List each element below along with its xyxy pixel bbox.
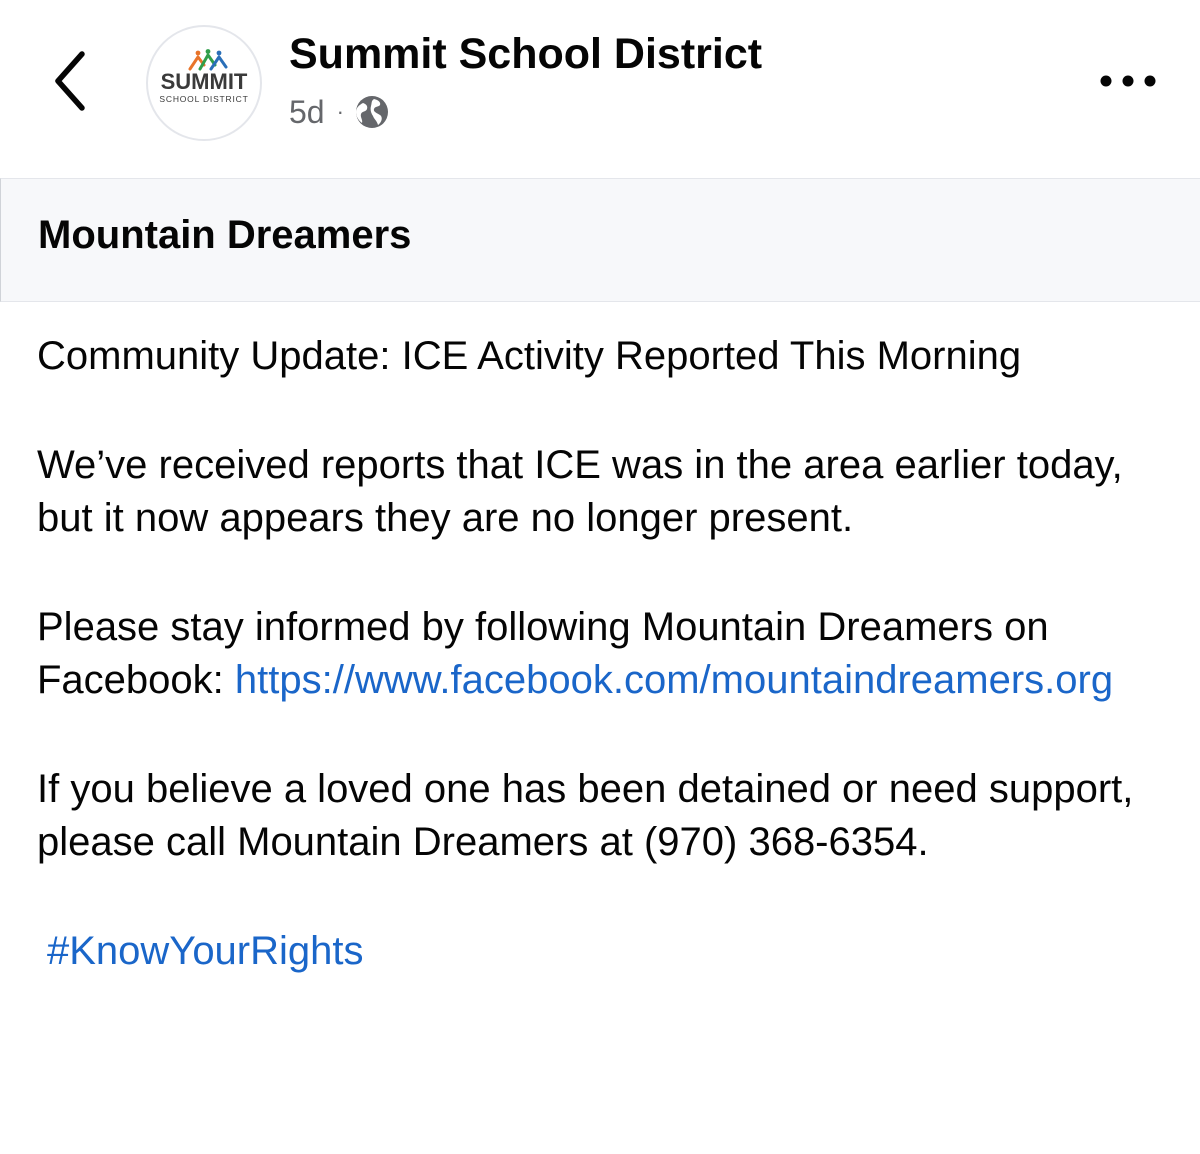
post-paragraph-2: Please stay informed by following Mounta… [37, 601, 1177, 708]
post-header: SUMMIT SCHOOL DISTRICT Summit School Dis… [0, 0, 1200, 178]
post-hashtag-line: #KnowYourRights [37, 925, 1177, 979]
avatar[interactable]: SUMMIT SCHOOL DISTRICT [146, 25, 262, 141]
more-horizontal-icon [1100, 75, 1156, 87]
post-timestamp[interactable]: 5d [289, 94, 325, 131]
avatar-brand-text: SUMMIT [160, 69, 248, 94]
post-title: Mountain Dreamers [38, 213, 412, 257]
hashtag-link[interactable]: #KnowYourRights [47, 925, 364, 979]
summit-logo-icon [188, 49, 228, 71]
avatar-subtitle-text: SCHOOL DISTRICT [159, 94, 249, 104]
meta-separator: · [336, 99, 344, 124]
post-title-banner: Mountain Dreamers [0, 178, 1200, 302]
post-paragraph-1: We’ve received reports that ICE was in t… [37, 442, 1123, 541]
chevron-left-icon [55, 51, 85, 111]
post-paragraph-3: If you believe a loved one has been deta… [37, 766, 1134, 865]
post-headline: Community Update: ICE Activity Reported … [37, 334, 1022, 378]
mountain-dreamers-link[interactable]: https://www.facebook.com/mountaindreamer… [235, 658, 1113, 702]
page-name[interactable]: Summit School District [289, 28, 762, 80]
post-body: Community Update: ICE Activity Reported … [37, 330, 1177, 1033]
globe-icon[interactable] [354, 94, 390, 130]
post-meta: 5d · [289, 90, 390, 134]
back-button[interactable] [48, 48, 92, 114]
more-options-button[interactable] [1096, 62, 1160, 100]
